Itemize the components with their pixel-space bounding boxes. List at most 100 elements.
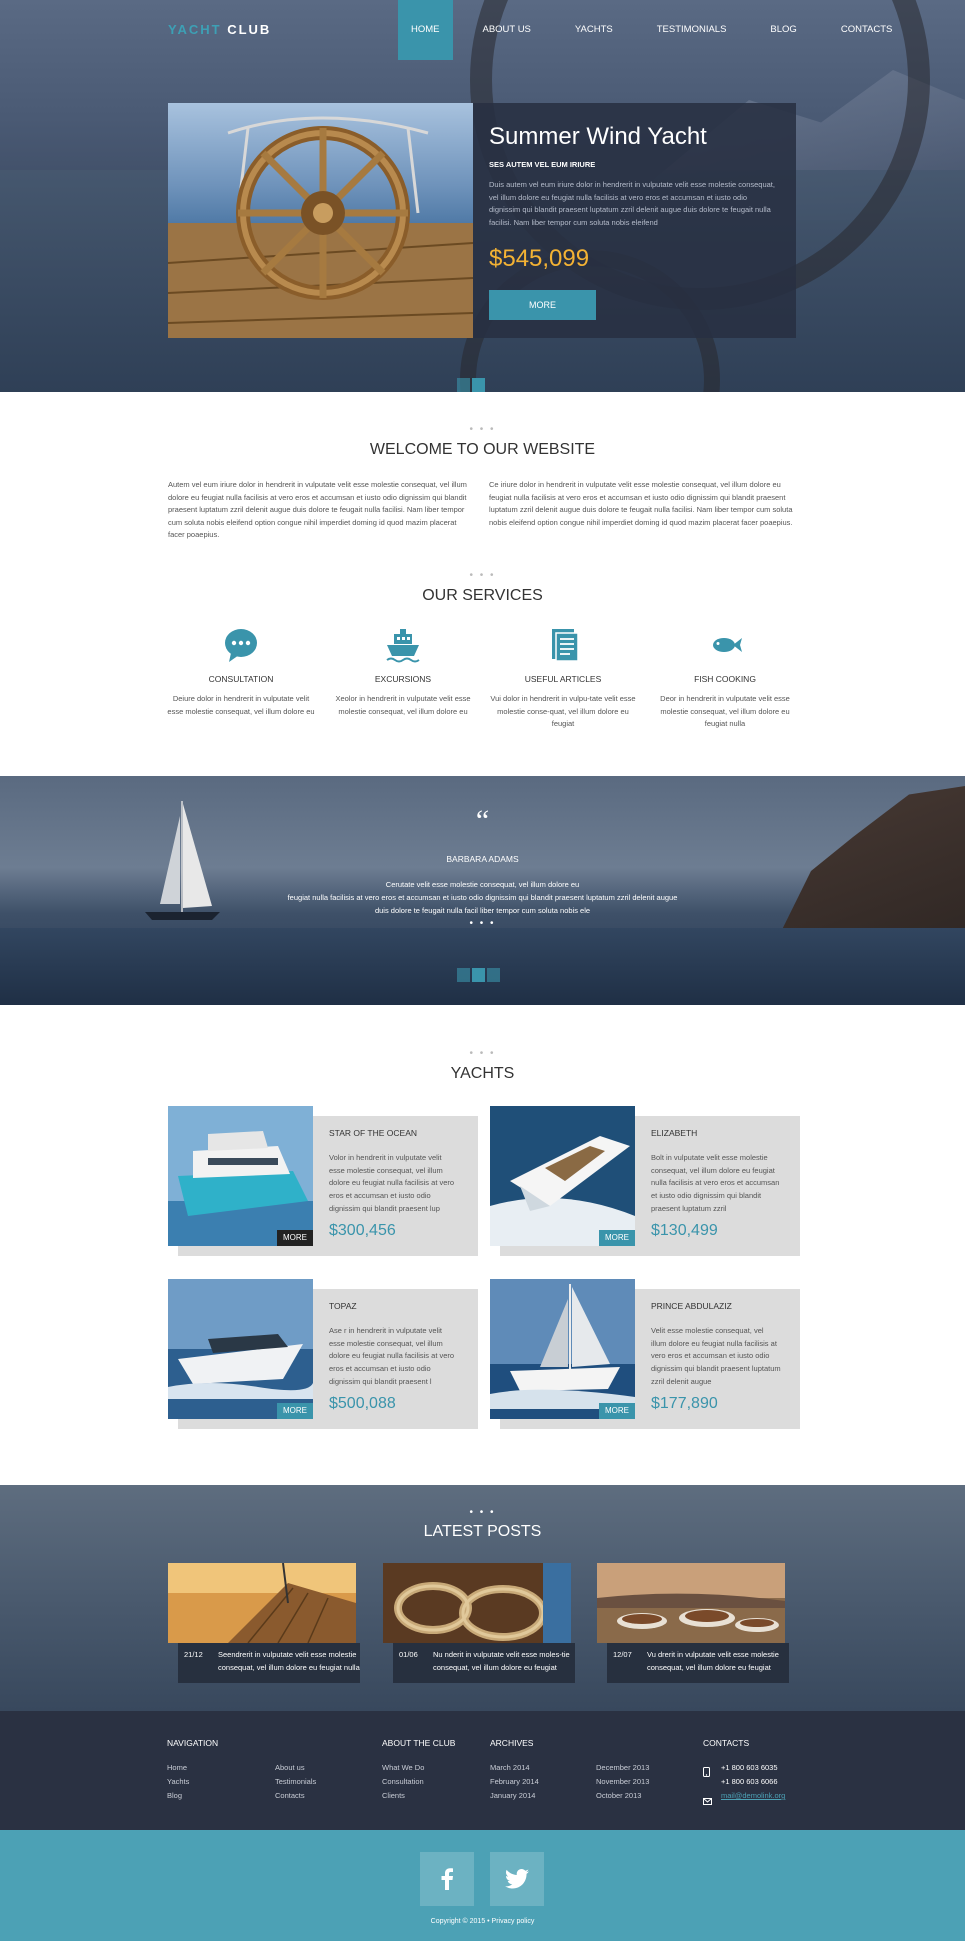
archive-link[interactable]: October 2013: [596, 1789, 649, 1803]
yacht-card-topaz[interactable]: MORE TOPAZ Ase r in hendrerit in vulputa…: [168, 1279, 478, 1429]
mail-icon: [703, 1792, 712, 1810]
footer-link-clients[interactable]: Clients: [382, 1789, 424, 1803]
archive-link[interactable]: March 2014: [490, 1761, 539, 1775]
yacht-info: STAR OF THE OCEAN Volor in hendrerit in …: [329, 1128, 459, 1240]
site-logo[interactable]: YACHT CLUB: [168, 22, 271, 37]
nav-about-us[interactable]: ABOUT US: [469, 0, 545, 60]
section-dots: • • •: [469, 570, 496, 581]
facebook-button[interactable]: [420, 1852, 474, 1906]
footer-link-consultation[interactable]: Consultation: [382, 1775, 424, 1789]
logo-word-club: CLUB: [227, 22, 272, 37]
service-text: Vui dolor in hendrerit in vulpu-tate vel…: [490, 694, 636, 728]
latest-posts-title: LATEST POSTS: [423, 1523, 542, 1540]
service-text: Xeolor in hendrerit in vulputate velit e…: [335, 694, 471, 716]
footer-email-link[interactable]: mail@demolink.org: [721, 1789, 785, 1803]
service-title: USEFUL ARTICLES: [524, 674, 602, 684]
nav-blog[interactable]: BLOG: [756, 0, 810, 60]
slider-dot-active[interactable]: [472, 968, 485, 982]
section-dots: • • •: [469, 918, 496, 929]
post-card[interactable]: 01/06 Nu nderit in vulputate velit esse …: [383, 1563, 575, 1683]
footer-link-blog[interactable]: Blog: [167, 1789, 189, 1803]
nav-testimonials[interactable]: TESTIMONIALS: [643, 0, 741, 60]
phone-icon: [703, 1764, 710, 1782]
archive-link[interactable]: February 2014: [490, 1775, 539, 1789]
footer-about-title: ABOUT THE CLUB: [382, 1738, 456, 1748]
welcome-title: WELCOME TO OUR WEBSITE: [369, 441, 596, 458]
testimonial-line: Cerutate velit esse molestie consequat, …: [385, 880, 580, 889]
service-excursions: EXCURSIONS Xeolor in hendrerit in vulput…: [328, 625, 478, 718]
twitter-button[interactable]: [490, 1852, 544, 1906]
footer-archives-col1: March 2014 February 2014 January 2014: [490, 1761, 539, 1803]
yacht-description: Velit esse molestie consequat, vel illum…: [651, 1326, 781, 1386]
service-useful-articles: USEFUL ARTICLES Vui dolor in hendrerit i…: [488, 625, 638, 731]
copyright: Copyright © 2015 • Privacy policy: [430, 1918, 535, 1925]
service-text: Deor in hendrerit in vulputate velit ess…: [660, 694, 790, 728]
yacht-name: TOPAZ: [329, 1301, 357, 1311]
post-date: 12/07: [613, 1650, 632, 1659]
yacht-card-star-of-the-ocean[interactable]: MORE STAR OF THE OCEAN Volor in hendreri…: [168, 1106, 478, 1256]
slider-dot[interactable]: [487, 968, 500, 982]
yacht-more-button[interactable]: MORE: [599, 1230, 635, 1246]
yacht-name: ELIZABETH: [651, 1128, 698, 1138]
yacht-info: TOPAZ Ase r in hendrerit in vulputate ve…: [329, 1301, 459, 1413]
archive-link[interactable]: December 2013: [596, 1761, 649, 1775]
footer-link-about-us[interactable]: About us: [275, 1761, 316, 1775]
post-image: [383, 1563, 571, 1643]
post-image: [168, 1563, 356, 1643]
footer: NAVIGATION Home Yachts Blog About us Tes…: [0, 1711, 965, 1830]
nav-yachts[interactable]: YACHTS: [561, 0, 627, 60]
slider-dot-active[interactable]: [472, 378, 485, 392]
yacht-price: $500,088: [329, 1395, 396, 1412]
facebook-icon: [441, 1868, 453, 1890]
footer-navigation-title: NAVIGATION: [167, 1738, 219, 1748]
testimonial-line: feugiat nulla facilisis at vero eros et …: [287, 893, 678, 902]
post-card[interactable]: 21/12 Seendrerit in vulputate velit esse…: [168, 1563, 360, 1683]
archive-link[interactable]: January 2014: [490, 1789, 539, 1803]
yacht-card-elizabeth[interactable]: MORE ELIZABETH Bolt in vulputate velit e…: [490, 1106, 800, 1256]
post-card[interactable]: 12/07 Vu drerit in vulputate velit esse …: [597, 1563, 789, 1683]
social-footer: Copyright © 2015 • Privacy policy: [0, 1830, 965, 1941]
archive-link[interactable]: November 2013: [596, 1775, 649, 1789]
yacht-description: Bolt in vulputate velit esse molestie co…: [651, 1153, 780, 1213]
post-excerpt: Nu nderit in vulputate velit esse moles-…: [433, 1650, 570, 1672]
section-dots: • • •: [469, 1048, 496, 1059]
yachts-title: YACHTS: [450, 1065, 515, 1082]
welcome-text-left: Autem vel eum iriure dolor in hendrerit …: [168, 480, 467, 539]
yacht-more-button[interactable]: MORE: [277, 1230, 313, 1246]
hero-slide-text: Summer Wind Yacht SES AUTEM VEL EUM IRIU…: [489, 123, 779, 320]
footer-nav-col2: About us Testimonials Contacts: [275, 1761, 316, 1803]
nav-home[interactable]: HOME: [398, 0, 453, 60]
yacht-image: MORE: [168, 1279, 313, 1419]
yacht-more-button[interactable]: MORE: [277, 1403, 313, 1419]
sea-bg: [0, 928, 965, 1005]
post-date: 21/12: [184, 1650, 203, 1659]
footer-link-what-we-do[interactable]: What We Do: [382, 1761, 424, 1775]
yacht-image: MORE: [490, 1279, 635, 1419]
footer-link-testimonials[interactable]: Testimonials: [275, 1775, 316, 1789]
ship-icon: [383, 625, 423, 665]
service-text: Deiure dolor in hendrerit in vulputate v…: [167, 694, 315, 716]
nav-contacts[interactable]: CONTACTS: [827, 0, 907, 60]
yacht-more-button[interactable]: MORE: [599, 1403, 635, 1419]
yacht-name: PRINCE ABDULAZIZ: [651, 1301, 732, 1311]
footer-link-contacts[interactable]: Contacts: [275, 1789, 316, 1803]
hero-price: $545,099: [489, 245, 590, 272]
footer-about-list: What We Do Consultation Clients: [382, 1761, 424, 1803]
yacht-description: Volor in hendrerit in vulputate velit es…: [329, 1153, 455, 1213]
service-title: CONSULTATION: [208, 674, 274, 684]
slider-dot[interactable]: [457, 968, 470, 982]
footer-link-home[interactable]: Home: [167, 1761, 189, 1775]
hero-title: Summer Wind Yacht: [489, 123, 707, 150]
post-excerpt: Seendrerit in vulputate velit esse moles…: [218, 1650, 360, 1672]
footer-archives-col2: December 2013 November 2013 October 2013: [596, 1761, 649, 1803]
post-date: 01/06: [399, 1650, 418, 1659]
post-caption: 12/07 Vu drerit in vulputate velit esse …: [607, 1643, 789, 1683]
main-nav: HOME ABOUT US YACHTS TESTIMONIALS BLOG C…: [398, 0, 922, 60]
hero-more-button[interactable]: MORE: [489, 290, 596, 320]
slider-dot[interactable]: [457, 378, 470, 392]
hero-yacht-wheel-image: [168, 103, 473, 338]
quote-icon: “: [475, 804, 490, 837]
yacht-card-prince-abdulaziz[interactable]: MORE PRINCE ABDULAZIZ Velit esse molesti…: [490, 1279, 800, 1429]
speech-bubble-icon: [221, 625, 261, 665]
footer-link-yachts[interactable]: Yachts: [167, 1775, 189, 1789]
